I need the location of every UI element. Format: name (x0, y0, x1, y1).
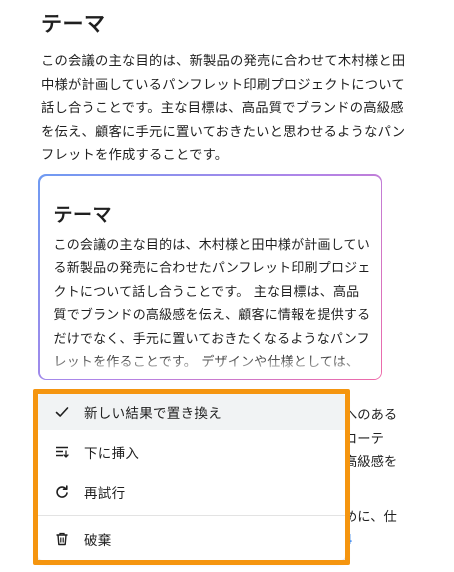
document-paragraph: この会議の主な目的は、新製品の発売に合わせて木村様と田中様が計画しているパンフレ… (41, 54, 406, 163)
menu-item-label: 破棄 (84, 533, 112, 549)
menu-item-replace[interactable]: 新しい結果で置き換え (38, 394, 345, 430)
trash-icon (54, 531, 70, 547)
suggestion-actions-menu: 新しい結果で置き換え 下に挿入 再試行 破棄 (38, 394, 345, 560)
background-link-text[interactable]: 4 (344, 529, 454, 553)
menu-divider (38, 515, 345, 516)
background-text-line: めに、仕 (344, 510, 397, 525)
suggestion-card-body: テーマ この会議の主な目的は、木村様と田中様が計画している新製品の発売に合わせた… (39, 175, 381, 379)
check-icon (54, 404, 70, 420)
background-text-line: 高級感を (344, 455, 398, 470)
menu-item-discard[interactable]: 破棄 (38, 521, 345, 557)
menu-item-label: 下に挿入 (84, 446, 140, 462)
document-heading: テーマ (41, 12, 106, 36)
retry-icon (54, 484, 70, 500)
menu-item-retry[interactable]: 再試行 (38, 474, 345, 510)
document-page: テーマ この会議の主な目的は、新製品の発売に合わせて木村様と田中様が計画している… (0, 0, 454, 572)
suggestion-fade-overlay (39, 354, 381, 379)
menu-item-label: 新しい結果で置き換え (84, 406, 222, 422)
menu-item-insert-below[interactable]: 下に挿入 (38, 434, 345, 470)
menu-item-label: 再試行 (84, 486, 126, 502)
background-text-line: コーテ (344, 432, 384, 447)
ai-suggestion-card: テーマ この会議の主な目的は、木村様と田中様が計画している新製品の発売に合わせた… (38, 174, 382, 380)
suggestion-heading: テーマ (53, 203, 113, 226)
background-text-line: へのある (344, 408, 398, 423)
insert-below-icon (54, 444, 70, 460)
